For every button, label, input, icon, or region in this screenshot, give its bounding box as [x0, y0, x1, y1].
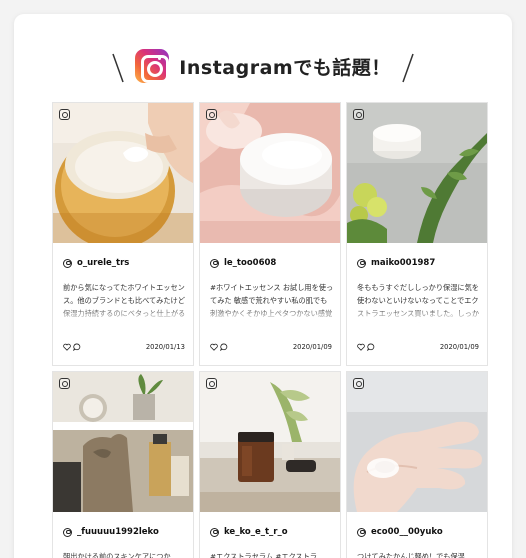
post-date: 2020/01/13: [145, 343, 185, 351]
post-footer: 2020/01/13: [63, 343, 185, 351]
shelf-cat-photo: [53, 372, 193, 512]
post-username: maiko001987: [371, 258, 436, 268]
comment-icon[interactable]: [73, 343, 81, 351]
section-title: Instagramでも話題！: [179, 56, 391, 79]
post-caption: 朝出かける前のスキンケアにつか: [63, 552, 171, 558]
post-card[interactable]: o_urele_trs 前から気になってたホワイトエッセンス。他のブランドとも比…: [52, 102, 194, 366]
post-date: 2020/01/09: [439, 343, 479, 351]
user-icon: [210, 258, 219, 268]
instagram-icon: [59, 109, 70, 120]
heart-icon[interactable]: [210, 343, 218, 351]
white-jar-green-photo: [347, 103, 487, 243]
post-user[interactable]: le_too0608: [210, 258, 334, 268]
post-card[interactable]: eco00__00yuko つけてみたかんじ軽め！でも保湿: [346, 371, 488, 558]
user-icon: [63, 258, 72, 268]
post-card[interactable]: ke_ko_e_t_r_o #エクストラセラム #エクストラ: [199, 371, 341, 558]
user-icon: [357, 258, 366, 268]
post-caption: 前から気になってたホワイトエッセンス。他のブランドとも比べてみたけど保湿力持続す…: [63, 281, 187, 323]
post-photo[interactable]: [347, 372, 487, 512]
post-card[interactable]: _fuuuuu1992leko 朝出かける前のスキンケアにつか: [52, 371, 194, 558]
post-caption: #ホワイトエッセンス お試し用を使ってみた 敏感で荒れやすい私の肌でも刺激やかく…: [210, 281, 334, 323]
user-icon: [357, 527, 366, 537]
post-username: _fuuuuu1992leko: [77, 527, 159, 537]
post-user[interactable]: _fuuuuu1992leko: [63, 527, 187, 537]
post-user[interactable]: o_urele_trs: [63, 258, 187, 268]
post-caption: 冬ももうすぐだししっかり保湿に気を使わないといけないなってことでエクストラエッセ…: [357, 281, 481, 323]
slash-right-decoration: [401, 53, 414, 83]
white-jar-photo: [200, 103, 340, 243]
post-card[interactable]: le_too0608 #ホワイトエッセンス お試し用を使ってみた 敏感で荒れやす…: [199, 102, 341, 366]
post-username: le_too0608: [224, 258, 277, 268]
post-username: eco00__00yuko: [371, 527, 443, 537]
comment-icon[interactable]: [367, 343, 375, 351]
post-photo[interactable]: [53, 103, 193, 243]
instagram-icon: [353, 109, 364, 120]
post-user[interactable]: ke_ko_e_t_r_o: [210, 527, 334, 537]
post-username: ke_ko_e_t_r_o: [224, 527, 288, 537]
instagram-icon: [206, 378, 217, 389]
post-user[interactable]: eco00__00yuko: [357, 527, 481, 537]
slash-left-decoration: [112, 53, 125, 83]
post-user[interactable]: maiko001987: [357, 258, 481, 268]
post-footer: 2020/01/09: [210, 343, 332, 351]
instagram-icon: [206, 109, 217, 120]
post-caption: つけてみたかんじ軽め！でも保湿: [357, 552, 465, 558]
heart-icon[interactable]: [357, 343, 365, 351]
post-grid: o_urele_trs 前から気になってたホワイトエッセンス。他のブランドとも比…: [52, 102, 488, 558]
user-icon: [210, 527, 219, 537]
section-heading: Instagramでも話題！: [0, 46, 526, 86]
post-photo[interactable]: [347, 103, 487, 243]
post-footer: 2020/01/09: [357, 343, 479, 351]
post-photo[interactable]: [53, 372, 193, 512]
post-photo[interactable]: [200, 372, 340, 512]
post-username: o_urele_trs: [77, 258, 130, 268]
instagram-icon: [353, 378, 364, 389]
instagram-icon: [59, 378, 70, 389]
comment-icon[interactable]: [220, 343, 228, 351]
post-caption: #エクストラセラム #エクストラ: [210, 552, 318, 558]
user-icon: [63, 527, 72, 537]
post-date: 2020/01/09: [292, 343, 332, 351]
post-card[interactable]: maiko001987 冬ももうすぐだししっかり保湿に気を使わないといけないなっ…: [346, 102, 488, 366]
instagram-logo-icon: [135, 49, 170, 83]
heart-icon[interactable]: [63, 343, 71, 351]
hand-cream-photo: [347, 372, 487, 512]
cream-jar-photo: [53, 103, 193, 243]
brown-jar-photo: [200, 372, 340, 512]
post-photo[interactable]: [200, 103, 340, 243]
